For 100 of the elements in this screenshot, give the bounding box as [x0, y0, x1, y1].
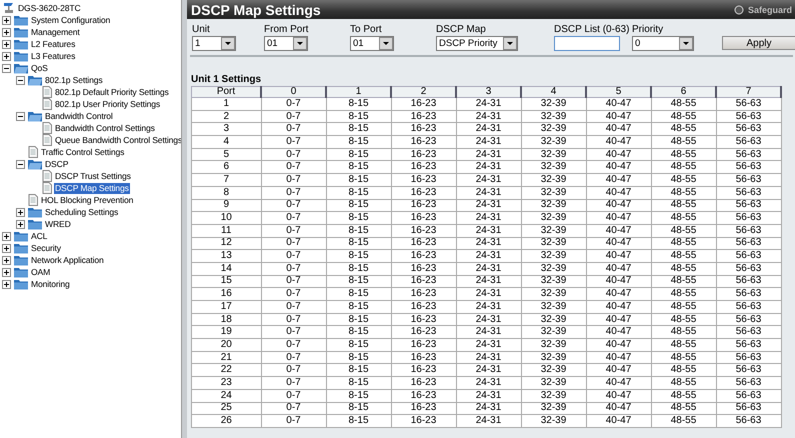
input-field[interactable]	[554, 36, 620, 51]
tree-item[interactable]: Monitoring	[30, 278, 71, 290]
table-cell: 0-7	[261, 122, 326, 136]
expander-icon[interactable]	[2, 16, 11, 24]
table-cell: 1	[192, 98, 261, 110]
tree-item[interactable]: Traffic Control Settings	[40, 146, 126, 158]
tree-item[interactable]: Scheduling Settings	[44, 206, 120, 218]
expander-icon[interactable]	[16, 76, 25, 84]
expander-icon[interactable]	[2, 52, 11, 60]
table-cell: 40-47	[586, 389, 651, 402]
expander-icon[interactable]	[16, 112, 25, 120]
tree-item[interactable]: System Configuration	[30, 14, 112, 26]
tree-item[interactable]: Bandwidth Control Settings	[54, 122, 156, 134]
table-cell: 40-47	[586, 237, 651, 250]
table-cell: 40-47	[586, 160, 651, 174]
tree-item[interactable]: DSCP Trust Settings	[54, 170, 132, 182]
dropdown[interactable]: 01	[264, 36, 308, 51]
tree-item[interactable]: 802.1p Settings	[44, 74, 104, 86]
table-cell: 8-15	[326, 364, 391, 377]
table-cell: 32-39	[521, 250, 586, 262]
table-cell: 8-15	[326, 224, 391, 238]
tree-item[interactable]: DSCP Map Settings	[54, 182, 130, 194]
expander-icon[interactable]	[2, 28, 11, 36]
table-cell: 24-31	[456, 275, 521, 288]
field-label: Priority	[632, 24, 664, 35]
expander-icon[interactable]	[2, 232, 11, 240]
table-cell: 16-23	[391, 376, 456, 390]
tree-item[interactable]: QoS	[30, 62, 49, 74]
tree-item[interactable]: 802.1p Default Priority Settings	[54, 86, 170, 98]
dropdown[interactable]: 0	[632, 36, 694, 51]
expander-icon[interactable]	[2, 40, 11, 48]
apply-button[interactable]: Apply	[722, 36, 795, 50]
table-cell: 32-39	[521, 110, 586, 123]
table-cell: 8-15	[326, 338, 391, 352]
expander-icon[interactable]	[2, 268, 11, 276]
expander-icon[interactable]	[2, 256, 11, 264]
caret-icon	[679, 37, 693, 50]
table-cell: 9	[192, 199, 261, 212]
column-header: 7	[716, 86, 781, 98]
tree-item[interactable]: OAM	[30, 266, 52, 278]
table-cell: 8	[192, 186, 261, 199]
table-cell: 40-47	[586, 376, 651, 390]
table-cell: 0-7	[261, 174, 326, 186]
table-cell: 40-47	[586, 402, 651, 415]
column-header: 6	[651, 86, 716, 98]
table-cell: 32-39	[521, 186, 586, 199]
tree-item[interactable]: WRED	[44, 218, 72, 230]
dropdown[interactable]: 01	[350, 36, 394, 51]
page-icon	[41, 122, 53, 134]
page-icon	[41, 170, 53, 182]
expander-icon[interactable]	[2, 64, 11, 72]
expander-icon[interactable]	[16, 160, 25, 168]
table-cell: 32-39	[521, 237, 586, 250]
table-cell: 56-63	[716, 326, 781, 339]
caret-icon	[379, 37, 393, 50]
table-cell: 24-31	[456, 160, 521, 174]
table-cell: 8-15	[326, 376, 391, 390]
table-cell: 16-23	[391, 122, 456, 136]
table-cell: 48-55	[651, 376, 716, 390]
table-cell: 0-7	[261, 288, 326, 300]
field-label: DSCP List (0-63)	[554, 24, 630, 35]
tree-item[interactable]: L2 Features	[30, 38, 76, 50]
tree-item[interactable]: DSCP	[44, 158, 70, 170]
table-cell: 56-63	[716, 338, 781, 352]
table-cell: 0-7	[261, 364, 326, 377]
expander-icon[interactable]	[2, 280, 11, 288]
tree-item[interactable]: Security	[30, 242, 62, 254]
tree-item[interactable]: Queue Bandwidth Control Settings	[54, 134, 184, 146]
expander-icon[interactable]	[16, 220, 25, 228]
table-cell: 8-15	[326, 148, 391, 161]
table-cell: 16-23	[391, 212, 456, 224]
dropdown[interactable]: 1	[192, 36, 236, 51]
table-cell: 0-7	[261, 160, 326, 174]
tree-item[interactable]: HOL Blocking Prevention	[40, 194, 134, 206]
table-cell: 8-15	[326, 174, 391, 186]
tree-item[interactable]: Network Application	[30, 254, 105, 266]
expander-icon[interactable]	[16, 208, 25, 216]
table-cell: 24-31	[456, 212, 521, 224]
tree-item[interactable]: Bandwidth Control	[44, 110, 114, 122]
dropdown[interactable]: DSCP Priority	[436, 36, 518, 51]
table-cell: 24-31	[456, 136, 521, 148]
tree-item[interactable]: Management	[30, 26, 81, 38]
field-label: Unit	[192, 24, 211, 35]
expander-icon[interactable]	[2, 244, 11, 252]
folder-icon	[13, 242, 29, 254]
table-cell: 0-7	[261, 98, 326, 110]
tree-item[interactable]: ACL	[30, 230, 48, 242]
table-cell: 32-39	[521, 122, 586, 136]
table-cell: 8-15	[326, 389, 391, 402]
table-cell: 8-15	[326, 326, 391, 339]
table-cell: 0-7	[261, 262, 326, 276]
table-cell: 48-55	[651, 98, 716, 110]
table-cell: 56-63	[716, 224, 781, 238]
tree-root-label[interactable]: DGS-3620-28TC	[17, 2, 82, 14]
page-icon	[41, 98, 53, 110]
table-cell: 0-7	[261, 300, 326, 314]
table-cell: 48-55	[651, 275, 716, 288]
tree-item[interactable]: 802.1p User Priority Settings	[54, 98, 162, 110]
tree-item[interactable]: L3 Features	[30, 50, 76, 62]
folder-icon	[27, 218, 43, 230]
